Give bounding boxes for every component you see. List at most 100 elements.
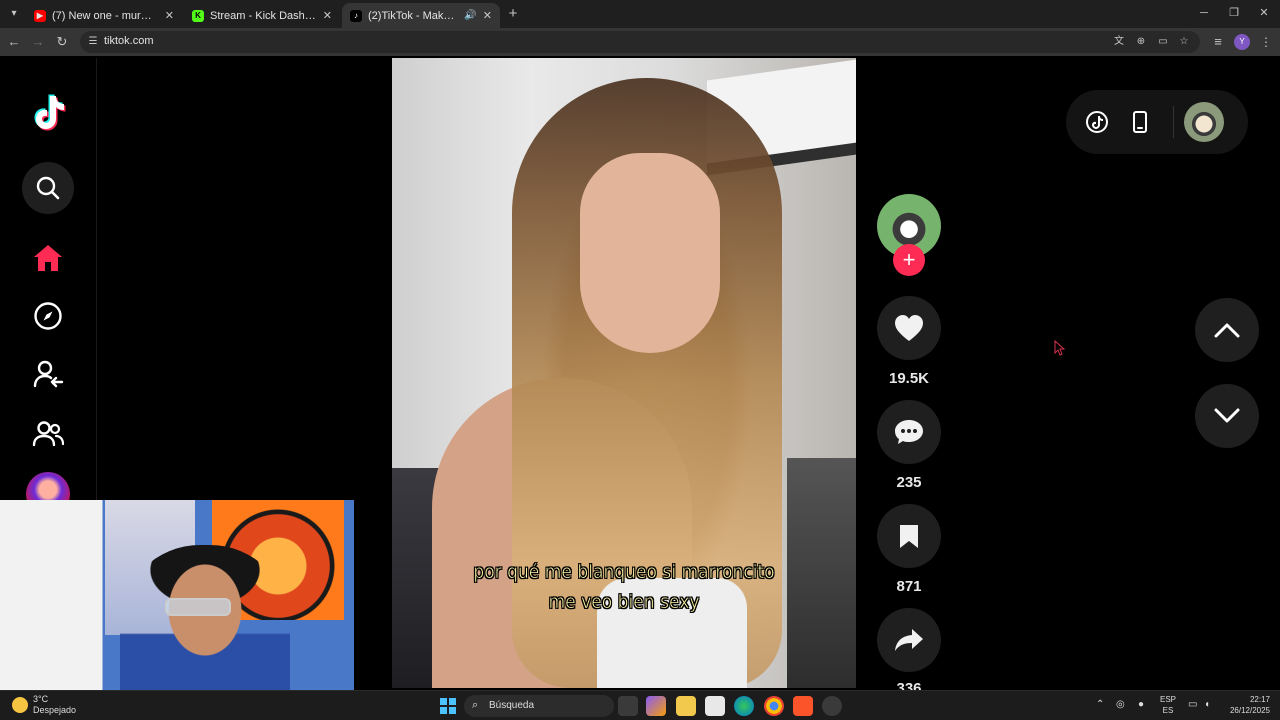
mouse-cursor-icon: [1054, 340, 1066, 356]
share-icon: [895, 629, 923, 651]
previous-video-button[interactable]: [1195, 298, 1259, 362]
top-right-menu: [1066, 90, 1248, 154]
like-count: 19.5K: [888, 370, 930, 387]
video-caption-line-2: me veo bien sexy: [548, 591, 700, 614]
language-indicator[interactable]: ESP ES: [1160, 694, 1176, 716]
tab-search-dropdown-icon[interactable]: ▾: [6, 6, 22, 22]
home-icon: [34, 245, 62, 271]
cast-icon[interactable]: ▭: [1156, 35, 1170, 49]
tab-youtube[interactable]: ▶ (7) New one - murmullo descu ✕: [26, 3, 182, 28]
back-icon[interactable]: ←: [6, 34, 22, 50]
search-icon: ⌕: [472, 699, 479, 711]
media-controls-icon[interactable]: ≡: [1210, 34, 1226, 50]
video-frame: [580, 153, 720, 353]
weather-condition[interactable]: Despejado: [33, 705, 76, 715]
save-count: 871: [896, 578, 922, 595]
bookmark-star-icon[interactable]: ☆: [1177, 35, 1191, 49]
sidebar-item-for-you[interactable]: [22, 232, 74, 284]
sidebar-item-explore[interactable]: [22, 290, 74, 342]
webcam-frame: [120, 545, 290, 698]
audio-playing-icon[interactable]: 🔊: [464, 10, 476, 21]
sidebar-item-following[interactable]: [22, 348, 74, 400]
following-icon: [33, 360, 64, 388]
reload-icon[interactable]: ↻: [54, 34, 70, 50]
heart-icon: [895, 315, 923, 341]
keyboard-layout: ES: [1162, 706, 1174, 715]
video-caption-line-1: por qué me blanqueo si marroncito: [473, 561, 775, 584]
edge-browser-icon[interactable]: [734, 696, 754, 716]
close-tab-icon[interactable]: ✕: [483, 9, 492, 22]
network-icon[interactable]: ◎: [1116, 699, 1125, 710]
weather-moon-icon[interactable]: [12, 697, 28, 713]
close-tab-icon[interactable]: ✕: [323, 9, 332, 22]
bookmark-icon: [900, 525, 918, 548]
clock-date: 26/12/2025: [1229, 706, 1270, 715]
like-button[interactable]: [877, 296, 941, 360]
site-info-icon[interactable]: ☰: [86, 35, 100, 49]
webcam-frame: [165, 598, 231, 616]
share-button[interactable]: [877, 608, 941, 672]
follow-button[interactable]: +: [893, 244, 925, 276]
brave-browser-icon[interactable]: [793, 696, 813, 716]
friends-icon: [32, 421, 64, 447]
system-clock[interactable]: 22:17 26/12/2025: [1222, 694, 1270, 716]
clock-time: 22:17: [1249, 695, 1270, 704]
tiktok-coin-icon[interactable]: [1085, 110, 1109, 134]
tiktok-favicon-icon: ♪: [350, 9, 362, 22]
task-view-icon[interactable]: [618, 696, 638, 716]
url-text[interactable]: tiktok.com: [104, 35, 154, 47]
comment-button[interactable]: [877, 400, 941, 464]
tab-kick[interactable]: K Stream - Kick Dashboard ✕: [184, 3, 340, 28]
tab-title: (2)TikTok - Make Your Day: [368, 9, 460, 22]
kick-favicon-icon: K: [192, 9, 204, 22]
weather-temperature[interactable]: 3°C: [33, 694, 48, 704]
webcam-overlay: [0, 500, 354, 698]
forward-icon[interactable]: →: [30, 34, 46, 50]
tiktok-logo-icon[interactable]: [28, 92, 68, 132]
comment-icon: [895, 420, 923, 444]
sidebar-item-friends[interactable]: [22, 408, 74, 460]
tab-title: Stream - Kick Dashboard: [210, 9, 317, 22]
new-tab-button[interactable]: +: [505, 6, 521, 22]
sidebar-search-button[interactable]: [22, 162, 74, 214]
start-menu-icon[interactable]: [440, 698, 456, 714]
chevron-down-icon: [1214, 408, 1240, 423]
close-window-icon[interactable]: ✕: [1256, 5, 1272, 21]
search-placeholder: Búsqueda: [489, 700, 535, 711]
save-button[interactable]: [877, 504, 941, 568]
restore-icon[interactable]: ❐: [1226, 5, 1242, 21]
tray-chevron-up-icon[interactable]: ⌃: [1096, 699, 1104, 710]
translate-icon[interactable]: 文: [1112, 35, 1126, 49]
video-player[interactable]: por qué me blanqueo si marroncito me veo…: [392, 58, 856, 688]
divider: [1173, 106, 1174, 138]
tab-tiktok[interactable]: ♪ (2)TikTok - Make Your Day 🔊 ✕: [342, 3, 500, 28]
volume-icon[interactable]: ◖: [1204, 699, 1210, 710]
comment-count: 235: [896, 474, 922, 491]
compass-icon: [34, 302, 62, 330]
chrome-browser-icon[interactable]: [764, 696, 784, 716]
tab-title: (7) New one - murmullo descu: [52, 9, 159, 22]
next-video-button[interactable]: [1195, 384, 1259, 448]
file-explorer-icon[interactable]: [676, 696, 696, 716]
language-code: ESP: [1160, 695, 1177, 704]
browser-tab-bar: ▾ ▶ (7) New one - murmullo descu ✕ K Str…: [0, 0, 1280, 28]
youtube-favicon-icon: ▶: [34, 9, 46, 22]
share-count: 336: [896, 680, 922, 690]
copilot-icon[interactable]: [646, 696, 666, 716]
display-icon[interactable]: ▭: [1188, 699, 1197, 710]
search-icon: [36, 176, 60, 200]
taskbar-search[interactable]: ⌕ Búsqueda: [464, 695, 614, 717]
profile-avatar[interactable]: Y: [1234, 34, 1250, 50]
windows-taskbar: 3°C Despejado ⌕ Búsqueda ⌃ ◎ ● ESP ES ▭ …: [0, 690, 1280, 720]
address-bar[interactable]: ☰ tiktok.com 文 ⊕ ▭ ☆: [80, 31, 1200, 53]
microsoft-store-icon[interactable]: [705, 696, 725, 716]
minimize-icon[interactable]: ─: [1196, 5, 1212, 21]
microphone-icon[interactable]: ●: [1138, 699, 1144, 710]
browser-menu-icon[interactable]: ⋮: [1258, 34, 1274, 50]
obs-icon[interactable]: [822, 696, 842, 716]
get-app-phone-icon[interactable]: [1128, 110, 1152, 134]
close-tab-icon[interactable]: ✕: [165, 9, 174, 22]
user-profile-avatar[interactable]: [1184, 102, 1224, 142]
zoom-icon[interactable]: ⊕: [1134, 35, 1148, 49]
chevron-up-icon: [1214, 323, 1240, 338]
